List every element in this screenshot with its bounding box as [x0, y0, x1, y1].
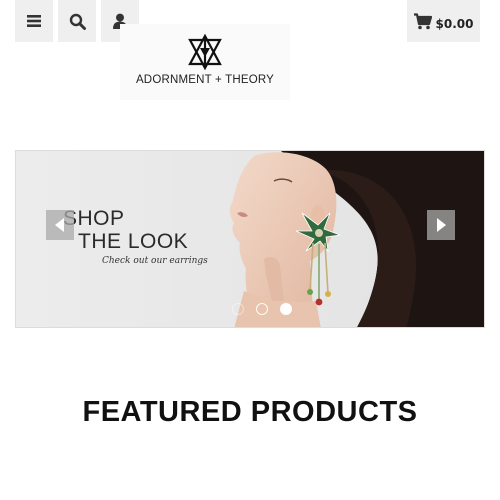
- search-button[interactable]: [58, 0, 96, 42]
- slider-dot-1[interactable]: [232, 303, 244, 315]
- logo-emblem-icon: [188, 34, 222, 70]
- hero-subtitle[interactable]: Check out our earrings: [102, 256, 208, 266]
- store-logo[interactable]: ADORNMENT + THEORY: [120, 24, 290, 100]
- cart-button[interactable]: $0.00: [407, 0, 480, 42]
- hero-heading-line-2: THE LOOK: [78, 230, 189, 253]
- hamburger-icon: [27, 15, 41, 27]
- chevron-right-icon: [437, 218, 446, 232]
- slider-dot-2[interactable]: [256, 303, 268, 315]
- chevron-left-icon: [55, 218, 64, 232]
- featured-products-heading: FEATURED PRODUCTS: [82, 396, 418, 428]
- slider-next-button[interactable]: [427, 210, 455, 240]
- slider-prev-button[interactable]: [46, 210, 74, 240]
- hero-slider[interactable]: SHOP THE LOOK Check out our earrings: [15, 150, 485, 328]
- cart-icon: [413, 12, 432, 29]
- slider-dot-3-active[interactable]: [280, 303, 292, 315]
- search-icon: [69, 13, 86, 30]
- logo-text: ADORNMENT + THEORY: [135, 74, 275, 86]
- cart-total: $0.00: [435, 17, 474, 31]
- menu-button[interactable]: [15, 0, 53, 42]
